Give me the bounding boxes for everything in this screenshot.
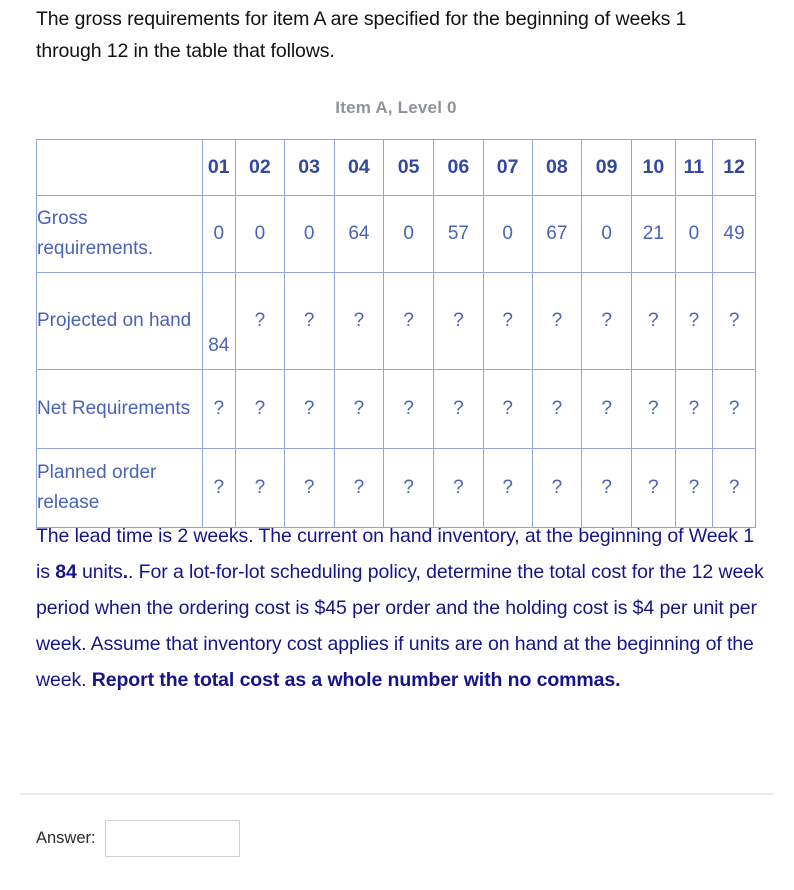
column-header-12: 12 [712,139,756,196]
cell-por-w6: ? [433,448,484,528]
cell-por-w4: ? [333,448,385,528]
table-corner-cell [36,139,203,196]
cell-poh-w4: ? [333,272,385,370]
cell-gross-w12: 49 [712,195,756,273]
table-header-row: 01 02 03 04 05 06 07 08 09 10 11 12 [36,139,756,196]
cell-poh-w2: ? [235,272,285,370]
cell-net-w3: ? [283,369,335,449]
column-header-05: 05 [383,139,435,196]
cell-gross-w8: 67 [531,195,583,273]
mrp-table: 01 02 03 04 05 06 07 08 09 10 11 12 Gros… [36,139,756,528]
column-header-11: 11 [674,139,714,196]
cell-por-w7: ? [482,448,533,528]
row-label-planned-order-release: Planned order release [36,448,203,528]
column-header-02: 02 [235,139,285,196]
column-header-06: 06 [433,139,484,196]
cell-poh-w8: ? [531,272,583,370]
row-label-gross-requirements: Gross requirements. [36,195,203,273]
column-header-04: 04 [333,139,385,196]
cell-net-w12: ? [712,369,756,449]
cell-gross-w9: 0 [581,195,632,273]
answer-label: Answer: [36,829,96,847]
cell-gross-w3: 0 [283,195,335,273]
cell-por-w9: ? [581,448,632,528]
cell-poh-w11: ? [674,272,714,370]
question-text-part2: units [76,561,123,583]
column-header-01: 01 [201,139,237,196]
column-header-08: 08 [531,139,583,196]
cell-poh-w3: ? [283,272,335,370]
section-divider [20,793,774,795]
cell-gross-w6: 57 [433,195,484,273]
cell-poh-w1: 84 [201,272,237,370]
cell-gross-w2: 0 [235,195,285,273]
cell-net-w9: ? [581,369,632,449]
cell-por-w1: ? [201,448,237,528]
cell-por-w12: ? [712,448,756,528]
intro-paragraph: The gross requirements for item A are sp… [36,8,687,62]
cell-gross-w4: 64 [333,195,385,273]
cell-gross-w10: 21 [631,195,676,273]
question-page: The gross requirements for item A are sp… [0,0,794,890]
cell-por-w5: ? [383,448,435,528]
answer-input[interactable] [104,820,240,857]
cell-por-w8: ? [531,448,583,528]
row-label-net-requirements: Net Requirements [36,369,203,449]
cell-por-w2: ? [235,448,285,528]
column-header-03: 03 [283,139,335,196]
cell-net-w8: ? [531,369,583,449]
cell-poh-w10: ? [631,272,676,370]
table-caption: Item A, Level 0 [335,98,457,117]
cell-net-w1: ? [201,369,237,449]
question-bold-instruction: Report the total cost as a whole number … [91,669,621,691]
table-row-gross-requirements: Gross requirements. 0 0 0 64 0 57 0 67 0… [36,195,756,273]
answer-row: Answer: [36,820,240,857]
cell-poh-w6: ? [433,272,484,370]
cell-gross-w1: 0 [201,195,237,273]
question-bold-value: 84 [55,561,77,583]
cell-net-w7: ? [482,369,533,449]
column-header-07: 07 [482,139,533,196]
cell-poh-w9: ? [581,272,632,370]
cell-net-w11: ? [674,369,714,449]
question-paragraph: The lead time is 2 weeks. The current on… [36,518,766,698]
table-row-net-requirements: Net Requirements ? ? ? ? ? ? ? ? ? ? ? ? [36,369,756,449]
cell-net-w10: ? [631,369,676,449]
column-header-09: 09 [581,139,632,196]
cell-poh-w5: ? [383,272,435,370]
cell-poh-w7: ? [482,272,533,370]
table-row-projected-on-hand: Projected on hand 84 ? ? ? ? ? ? ? ? ? ?… [36,272,756,370]
cell-poh-w12: ? [712,272,756,370]
cell-por-w11: ? [674,448,714,528]
mrp-table-container: 01 02 03 04 05 06 07 08 09 10 11 12 Gros… [36,139,756,528]
cell-net-w4: ? [333,369,385,449]
cell-gross-w11: 0 [674,195,714,273]
row-label-projected-on-hand: Projected on hand [36,272,203,370]
column-header-10: 10 [631,139,676,196]
cell-net-w6: ? [433,369,484,449]
cell-gross-w7: 0 [482,195,533,273]
cell-net-w2: ? [235,369,285,449]
cell-por-w10: ? [631,448,676,528]
table-row-planned-order-release: Planned order release ? ? ? ? ? ? ? ? ? … [36,448,756,528]
cell-net-w5: ? [383,369,435,449]
cell-por-w3: ? [283,448,335,528]
cell-gross-w5: 0 [383,195,435,273]
